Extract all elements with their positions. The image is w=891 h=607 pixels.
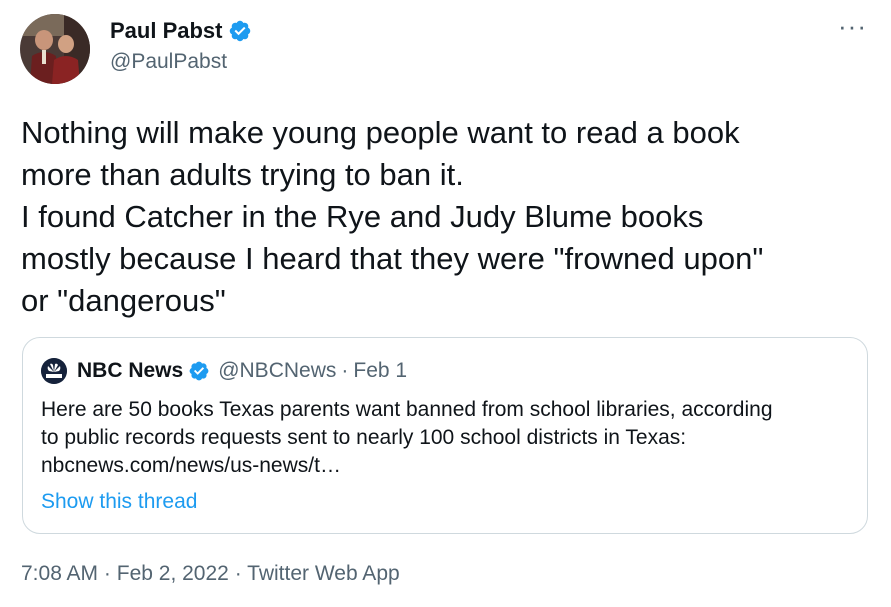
tweet-source[interactable]: Twitter Web App: [247, 562, 400, 585]
meta-separator: ·: [234, 562, 242, 585]
quoted-date: Feb 1: [353, 359, 408, 382]
tweet-timestamp[interactable]: 7:08 AM: [21, 562, 98, 585]
more-options-icon[interactable]: ···: [838, 13, 867, 39]
tweet-metadata: 7:08 AM · Feb 2, 2022 · Twitter Web App: [21, 562, 400, 586]
author-name[interactable]: Paul Pabst: [110, 18, 222, 44]
avatar-photo: [20, 14, 90, 84]
tweet-date[interactable]: Feb 2, 2022: [117, 562, 229, 585]
show-thread-link[interactable]: Show this thread: [41, 490, 197, 514]
verified-badge-icon: [188, 360, 210, 382]
avatar[interactable]: [20, 14, 90, 84]
quoted-tweet[interactable]: NBC News @NBCNews · Feb 1 Here are 50 bo…: [22, 337, 868, 534]
tweet-text: Nothing will make young people want to r…: [21, 115, 764, 318]
nbc-peacock-logo: [41, 358, 67, 384]
quoted-text-line: to public records requests sent to nearl…: [41, 426, 687, 449]
quoted-tweet-text: Here are 50 books Texas parents want ban…: [41, 396, 851, 480]
author-handle[interactable]: @PaulPabst: [110, 50, 227, 74]
quoted-author-handle: @NBCNews: [218, 359, 337, 382]
tweet: Paul Pabst @PaulPabst ··· Nothing will m…: [0, 0, 891, 607]
quoted-author-name: NBC News: [77, 359, 184, 382]
author-name-row: Paul Pabst: [110, 18, 252, 44]
meta-separator: ·: [103, 562, 111, 585]
quoted-tweet-header: NBC News @NBCNews · Feb 1: [41, 358, 407, 384]
quoted-text-line: Here are 50 books Texas parents want ban…: [41, 398, 773, 421]
verified-badge-icon: [228, 19, 252, 43]
quoted-link[interactable]: nbcnews.com/news/us-news/t…: [41, 452, 851, 480]
quoted-separator: ·: [341, 359, 349, 382]
